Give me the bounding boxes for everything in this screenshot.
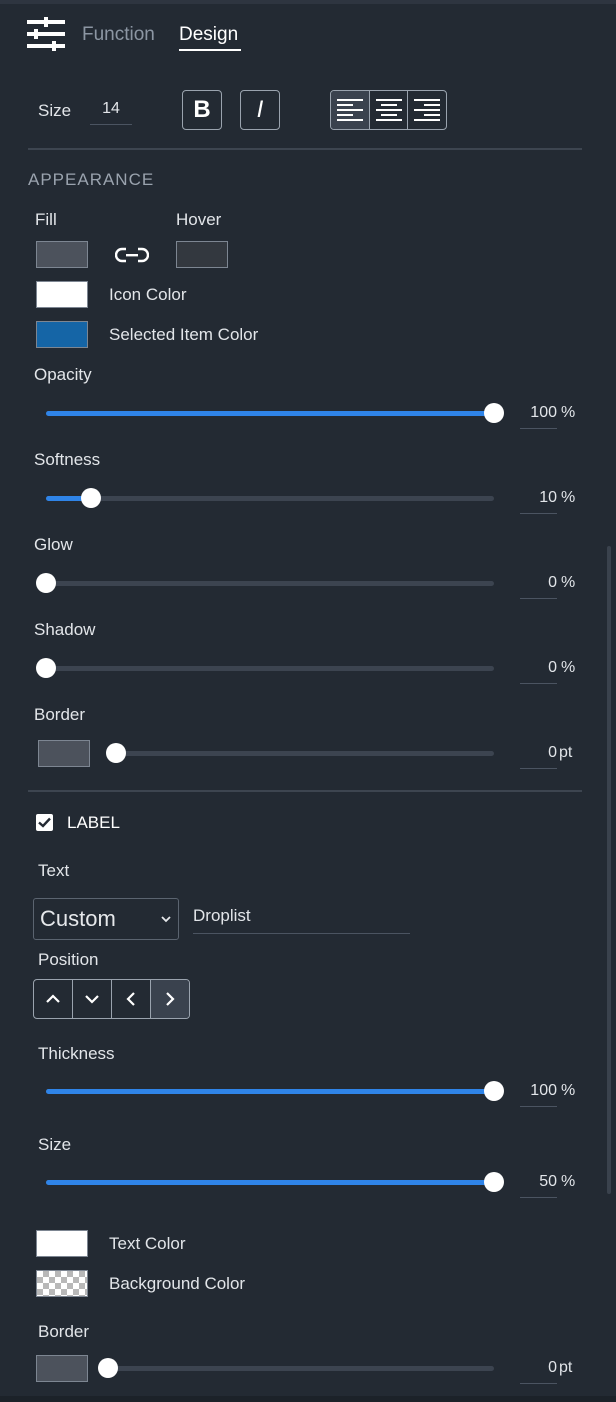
- align-left-button[interactable]: [331, 91, 370, 129]
- label-size-slider-fill: [46, 1180, 494, 1185]
- border-unit: pt: [559, 744, 573, 761]
- thickness-slider-fill: [46, 1089, 494, 1094]
- font-size-label: Size: [38, 101, 72, 120]
- position-bottom-button[interactable]: [73, 980, 112, 1018]
- opacity-label: Opacity: [34, 365, 92, 384]
- chevron-down-icon: [85, 995, 99, 1004]
- link-icon[interactable]: [115, 246, 149, 264]
- text-mode-value: Custom: [40, 906, 116, 931]
- tab-design[interactable]: Design: [179, 24, 238, 46]
- scrollbar[interactable]: [607, 546, 611, 1194]
- label-text-input[interactable]: Droplist: [193, 906, 410, 934]
- softness-label: Softness: [34, 450, 101, 469]
- hover-label: Hover: [176, 210, 222, 229]
- chevron-left-icon: [126, 992, 135, 1006]
- border-label: Border: [34, 705, 86, 724]
- background-color-swatch[interactable]: [36, 1270, 88, 1297]
- position-right-button[interactable]: [151, 980, 189, 1018]
- fill-color-swatch[interactable]: [36, 241, 88, 268]
- section-divider: [28, 790, 582, 792]
- selected-item-color-swatch[interactable]: [36, 321, 88, 348]
- thickness-slider[interactable]: [46, 1081, 504, 1101]
- glow-value[interactable]: 0: [520, 574, 557, 599]
- top-edge: [0, 0, 616, 4]
- softness-slider-thumb[interactable]: [80, 488, 101, 508]
- sliders-icon[interactable]: [26, 17, 66, 53]
- border-slider[interactable]: [106, 743, 494, 763]
- label-border-color-swatch[interactable]: [36, 1355, 88, 1382]
- softness-unit: %: [561, 489, 576, 506]
- label-checkbox[interactable]: [36, 814, 53, 831]
- align-center-icon: [375, 99, 402, 121]
- chevron-up-icon: [46, 994, 60, 1003]
- tab-function[interactable]: Function: [82, 24, 155, 46]
- bold-label: B: [193, 96, 211, 123]
- chevron-right-icon: [166, 992, 175, 1006]
- opacity-unit: %: [561, 404, 576, 421]
- thickness-value[interactable]: 100: [520, 1082, 557, 1107]
- text-alignment-group: [330, 90, 447, 130]
- chevron-down-icon: [161, 916, 171, 923]
- position-top-button[interactable]: [34, 980, 73, 1018]
- section-divider: [28, 148, 582, 150]
- opacity-slider-thumb[interactable]: [484, 403, 504, 423]
- icon-color-label: Icon Color: [109, 285, 187, 304]
- align-center-button[interactable]: [370, 91, 409, 129]
- font-size-input[interactable]: 14: [90, 100, 132, 125]
- text-color-swatch[interactable]: [36, 1230, 88, 1257]
- position-left-button[interactable]: [112, 980, 151, 1018]
- label-border-value[interactable]: 0: [520, 1359, 557, 1384]
- shadow-slider[interactable]: [36, 658, 494, 678]
- icon-color-swatch[interactable]: [36, 281, 88, 308]
- position-group: [33, 979, 190, 1019]
- label-border-slider-thumb[interactable]: [98, 1358, 118, 1378]
- label-size-unit: %: [561, 1173, 576, 1190]
- label-border-unit: pt: [559, 1359, 573, 1376]
- opacity-value[interactable]: 100: [520, 404, 557, 429]
- softness-slider[interactable]: [46, 488, 494, 508]
- thickness-unit: %: [561, 1082, 576, 1099]
- label-size-slider-thumb[interactable]: [484, 1172, 504, 1192]
- glow-slider-thumb[interactable]: [36, 573, 56, 593]
- hover-color-swatch[interactable]: [176, 241, 228, 268]
- shadow-label: Shadow: [34, 620, 96, 639]
- border-slider-thumb[interactable]: [106, 743, 126, 763]
- opacity-slider[interactable]: [46, 403, 504, 423]
- align-right-button[interactable]: [408, 91, 446, 129]
- align-left-icon: [336, 99, 363, 121]
- label-border-slider[interactable]: [98, 1358, 494, 1378]
- bottom-strip: [0, 1396, 616, 1402]
- text-label: Text: [38, 861, 70, 880]
- label-size-value[interactable]: 50: [520, 1173, 557, 1198]
- border-color-swatch[interactable]: [38, 740, 90, 767]
- label-size-label: Size: [38, 1135, 72, 1154]
- glow-label: Glow: [34, 535, 73, 554]
- italic-button[interactable]: I: [240, 90, 280, 130]
- glow-slider[interactable]: [36, 573, 494, 593]
- selected-item-color-label: Selected Item Color: [109, 325, 259, 344]
- opacity-slider-fill: [46, 411, 494, 416]
- text-color-label: Text Color: [109, 1234, 186, 1253]
- checkmark-icon: [38, 817, 51, 828]
- thickness-slider-thumb[interactable]: [484, 1081, 504, 1101]
- italic-label: I: [256, 96, 264, 123]
- label-border-label: Border: [38, 1322, 90, 1341]
- shadow-unit: %: [561, 659, 576, 676]
- align-right-icon: [414, 99, 441, 121]
- label-size-slider[interactable]: [46, 1172, 504, 1192]
- fill-label: Fill: [35, 210, 57, 229]
- bold-button[interactable]: B: [182, 90, 222, 130]
- position-label: Position: [38, 950, 99, 969]
- shadow-value[interactable]: 0: [520, 659, 557, 684]
- shadow-slider-thumb[interactable]: [36, 658, 56, 678]
- glow-unit: %: [561, 574, 576, 591]
- background-color-label: Background Color: [109, 1274, 246, 1293]
- thickness-label: Thickness: [38, 1044, 115, 1063]
- active-tab-indicator: [179, 49, 241, 51]
- text-mode-select[interactable]: Custom: [33, 898, 179, 940]
- softness-value[interactable]: 10: [520, 489, 557, 514]
- appearance-section-title: APPEARANCE: [28, 170, 155, 189]
- label-section-title: LABEL: [67, 813, 120, 832]
- border-value[interactable]: 0: [520, 744, 557, 769]
